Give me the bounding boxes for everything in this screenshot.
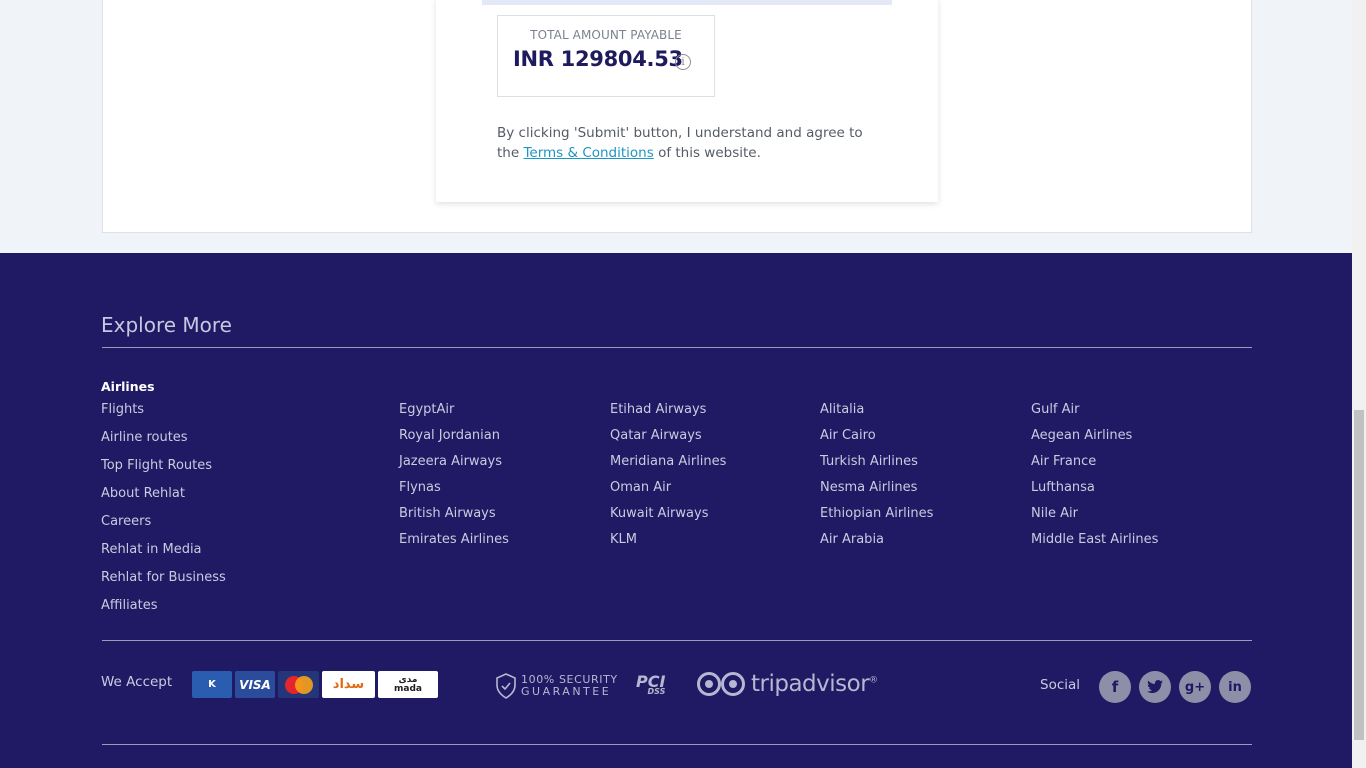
airline-link[interactable]: Gulf Air — [1031, 401, 1158, 427]
footer-link-affiliates[interactable]: Affiliates — [101, 597, 226, 625]
scrollbar-thumb[interactable] — [1354, 410, 1364, 740]
facebook-icon[interactable]: f — [1099, 671, 1131, 703]
linkedin-icon[interactable]: in — [1219, 671, 1251, 703]
total-amount-label: TOTAL AMOUNT PAYABLE — [530, 28, 682, 42]
page-background: TOTAL AMOUNT PAYABLE INR 129804.53 i By … — [0, 0, 1352, 253]
shield-icon — [496, 673, 516, 699]
security-line-2: GUARANTEE — [521, 685, 612, 698]
airline-link[interactable]: Nile Air — [1031, 505, 1158, 531]
footer-link-airline-routes[interactable]: Airline routes — [101, 429, 226, 457]
info-icon[interactable]: i — [675, 54, 691, 70]
footer-link-business[interactable]: Rehlat for Business — [101, 569, 226, 597]
total-amount-value: INR 129804.53 — [513, 47, 683, 71]
airline-link[interactable]: Alitalia — [820, 401, 933, 427]
mada-card-icon: مدى mada — [378, 671, 438, 698]
knet-card-icon: K — [192, 671, 232, 698]
airline-link[interactable]: Aegean Airlines — [1031, 427, 1158, 453]
airline-link[interactable]: Flynas — [399, 479, 509, 505]
owl-eyes-icon — [697, 672, 745, 696]
airline-column: Etihad Airways Qatar Airways Meridiana A… — [610, 401, 726, 557]
visa-card-icon: VISA — [235, 671, 275, 698]
airline-link[interactable]: Air Cairo — [820, 427, 933, 453]
footer-link-flights[interactable]: Flights — [101, 401, 226, 429]
footer-nav-links: Flights Airline routes Top Flight Routes… — [101, 401, 226, 625]
airline-column: EgyptAir Royal Jordanian Jazeera Airways… — [399, 401, 509, 557]
total-amount-box: TOTAL AMOUNT PAYABLE INR 129804.53 i — [497, 15, 715, 97]
footer-link-careers[interactable]: Careers — [101, 513, 226, 541]
airlines-heading[interactable]: Airlines — [101, 379, 155, 394]
divider — [102, 744, 1252, 745]
airline-link[interactable]: Ethiopian Airlines — [820, 505, 933, 531]
mada-text: mada — [394, 683, 422, 694]
airline-link[interactable]: Etihad Airways — [610, 401, 726, 427]
airline-link[interactable]: Oman Air — [610, 479, 726, 505]
airline-link[interactable]: Lufthansa — [1031, 479, 1158, 505]
airline-link[interactable]: Kuwait Airways — [610, 505, 726, 531]
divider — [102, 347, 1252, 348]
vertical-scrollbar[interactable] — [1352, 0, 1366, 768]
social-label: Social — [1040, 677, 1081, 693]
we-accept-label: We Accept — [101, 674, 173, 690]
airline-link[interactable]: Royal Jordanian — [399, 427, 509, 453]
agree-suffix: of this website. — [658, 145, 761, 161]
airline-link[interactable]: Middle East Airlines — [1031, 531, 1158, 557]
mastercard-icon — [278, 671, 319, 698]
sadad-card-icon: سداد — [322, 671, 375, 698]
terms-agreement-text: By clicking 'Submit' button, I understan… — [497, 123, 887, 163]
pci-dss-badge: PCI DSS — [636, 672, 665, 696]
footer-link-top-flight-routes[interactable]: Top Flight Routes — [101, 457, 226, 485]
airline-column: Alitalia Air Cairo Turkish Airlines Nesm… — [820, 401, 933, 557]
social-links: f g+ in — [1099, 671, 1251, 703]
airline-link[interactable]: Meridiana Airlines — [610, 453, 726, 479]
airline-column: Gulf Air Aegean Airlines Air France Luft… — [1031, 401, 1158, 557]
site-footer: Explore More Airlines Flights Airline ro… — [0, 253, 1352, 768]
airline-link[interactable]: Air France — [1031, 453, 1158, 479]
explore-more-title: Explore More — [101, 313, 232, 337]
footer-link-about[interactable]: About Rehlat — [101, 485, 226, 513]
airline-link[interactable]: Air Arabia — [820, 531, 933, 557]
footer-link-media[interactable]: Rehlat in Media — [101, 541, 226, 569]
terms-conditions-link[interactable]: Terms & Conditions — [523, 145, 653, 161]
security-guarantee-badge: 100% SECURITY GUARANTEE — [495, 673, 618, 699]
divider — [102, 640, 1252, 641]
payment-methods: K VISA سداد مدى mada — [192, 671, 438, 698]
airline-link[interactable]: EgyptAir — [399, 401, 509, 427]
tripadvisor-logo: tripadvisor® — [697, 671, 878, 697]
airline-link[interactable]: Qatar Airways — [610, 427, 726, 453]
tripadvisor-text: tripadvisor — [751, 671, 870, 697]
twitter-icon[interactable] — [1139, 671, 1171, 703]
airline-link[interactable]: Emirates Airlines — [399, 531, 509, 557]
airline-link[interactable]: Nesma Airlines — [820, 479, 933, 505]
summary-header-strip — [482, 0, 892, 5]
airline-link[interactable]: Jazeera Airways — [399, 453, 509, 479]
airline-link[interactable]: KLM — [610, 531, 726, 557]
airline-link[interactable]: Turkish Airlines — [820, 453, 933, 479]
airline-link[interactable]: British Airways — [399, 505, 509, 531]
google-plus-icon[interactable]: g+ — [1179, 671, 1211, 703]
